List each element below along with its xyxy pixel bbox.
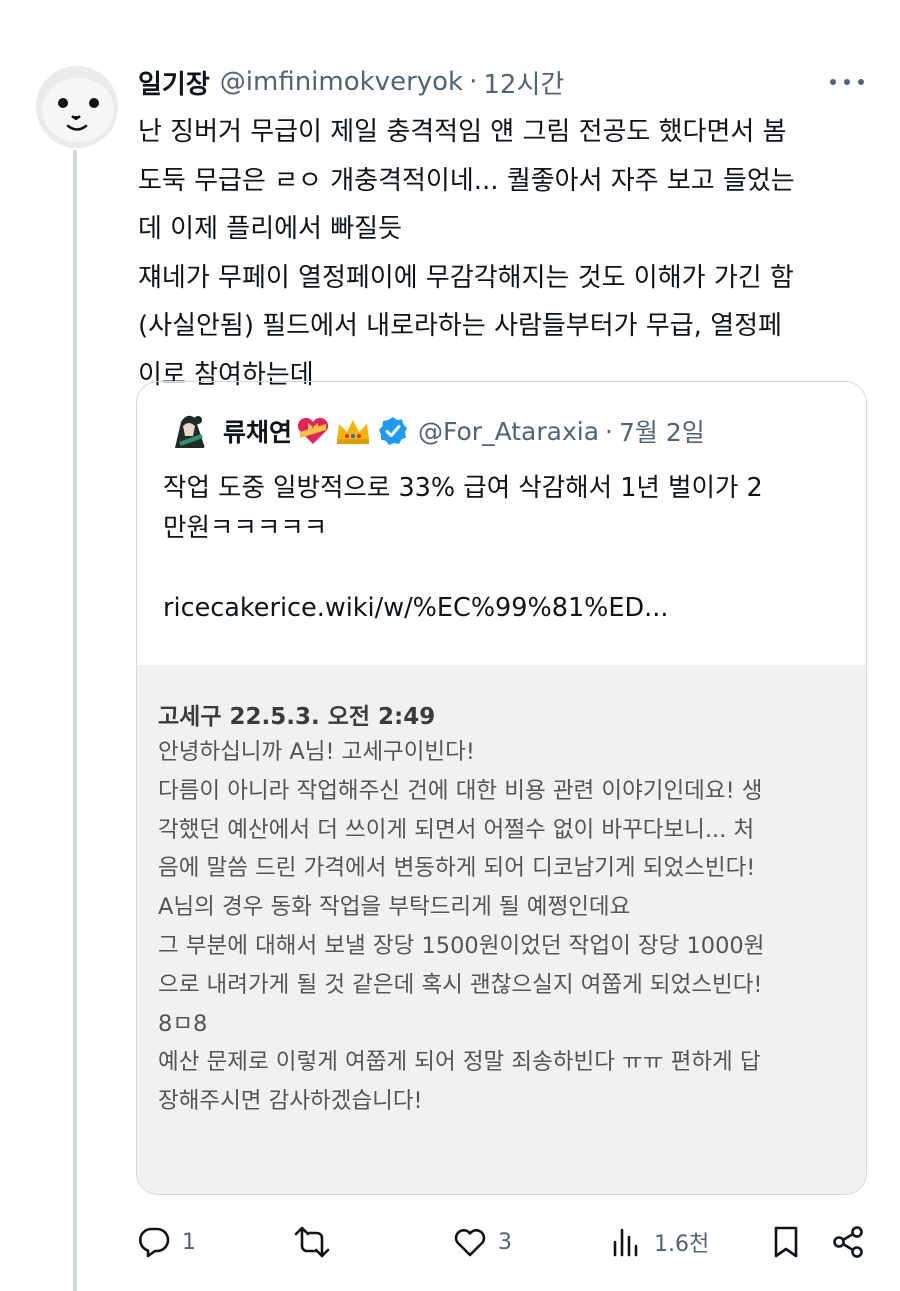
post-timestamp[interactable]: 12시간 [483,64,564,101]
quoted-post-header: 류채연 @For_Ataraxia · 7월 2일 [165,406,705,456]
like-count: 3 [498,1229,512,1255]
quoted-text-line: 작업 도중 일방적으로 33% 급여 삭감해서 1년 벌이가 2 [163,473,763,503]
quoted-author-handle[interactable]: @For_Ataraxia [418,417,599,446]
more-dot [844,79,850,85]
message-line: 각했던 예산에서 더 쓰이게 되면서 어쩔수 없이 바꾸다보니... 처 [158,816,755,843]
author-name[interactable]: 일기장 [138,64,210,101]
verified-badge-icon[interactable] [378,416,408,446]
share-icon [833,1226,863,1258]
views-chart-icon [613,1228,638,1257]
message-line: A님의 경우 동화 작업을 부탁드리게 될 예쩡인데요 [158,894,631,921]
repost-icon [294,1226,330,1258]
reply-button[interactable]: 1 [136,1218,196,1266]
post-text: 난 징버거 무급이 제일 충격적임 얜 그림 전공도 했다면서 봄 도둑 무급은… [138,108,874,399]
repost-button[interactable] [292,1218,342,1266]
more-options-button[interactable] [830,70,864,94]
message-line: 장해주시면 감사하겠습니다! [158,1088,423,1115]
message-line: 다름이 아니라 작업해주신 건에 대한 비용 관련 이야기인데요! 생 [158,777,763,804]
crown-emoji [334,416,372,446]
bookmark-icon [774,1226,798,1258]
post-text-line: 데 이제 플리에서 빠질듯 [138,214,402,244]
message-line: 예산 문제로 이렇게 여쭙게 되어 정말 죄송하빈다 ㅠㅠ 편하게 답 [158,1049,761,1076]
quoted-header-separator: · [605,416,613,446]
message-line: 음에 말씀 드린 가격에서 변동하게 되어 디코남기게 되었스빈다! [158,855,756,882]
reply-count: 1 [182,1229,196,1255]
reply-icon [139,1227,170,1258]
crown-icon [337,420,370,444]
post-action-bar: 1 3 1.6천 [136,1218,866,1266]
header-separator: · [469,67,478,97]
quoted-author-name[interactable]: 류채연 [223,413,292,449]
quoted-post-text: 작업 도중 일방적으로 33% 급여 삭감해서 1년 벌이가 2 만원ㅋㅋㅋㅋㅋ [163,468,853,548]
post-text-line: (사실안됨) 필드에서 내로라하는 사람들부터가 무급, 열정페 [138,311,782,341]
message-line: 8ㅁ8 [158,1010,208,1037]
message-line: 으로 내려가게 될 것 같은데 혹시 괜찮으실지 여쭙게 되었스빈다! [158,971,763,998]
thread-connector-line [73,150,77,1291]
message-screenshot-image[interactable]: 고세구 22.5.3. 오전 2:49 안녕하십니까 A님! 고세구이빈다! 다… [137,665,866,1194]
views-count: 1.6천 [654,1232,710,1257]
heart-ribbon-emoji [296,416,330,446]
like-button[interactable]: 3 [452,1218,512,1266]
more-dot [858,79,864,85]
heart-ribbon-icon [297,417,329,444]
quoted-author-avatar[interactable] [165,408,211,454]
post-header: 일기장 @imfinimokveryok · 12시간 [138,62,878,102]
message-sender-line: 고세구 22.5.3. 오전 2:49 [158,704,436,730]
message-body: 안녕하십니까 A님! 고세구이빈다! 다름이 아니라 작업해주신 건에 대한 비… [158,733,858,1121]
post-text-line: 도둑 무급은 ㄹㅇ 개충격적이네... 퀄좋아서 자주 보고 들었는 [138,165,795,196]
more-horizontal-icon [830,79,836,85]
post-text-line: 난 징버거 무급이 제일 충격적임 얜 그림 전공도 했다면서 봄 [138,117,787,147]
seal-face-avatar-icon [36,66,118,148]
views-button[interactable]: 1.6천 [608,1218,709,1266]
message-line: 안녕하십니까 A님! 고세구이빈다! [158,739,475,765]
character-avatar-icon [165,408,211,454]
quoted-post-date[interactable]: 7월 2일 [619,413,705,449]
verified-check-icon [379,417,408,445]
quoted-post-link[interactable]: ricecakerice.wiki/w/%EC%99%81%ED... [163,593,668,623]
author-handle[interactable]: @imfinimokveryok [220,67,463,97]
author-avatar[interactable] [36,66,118,148]
share-button[interactable] [830,1218,866,1266]
quoted-post-card[interactable]: 류채연 @For_Ataraxia · 7월 2일 작업 도중 일방적으로 33… [136,381,867,1195]
bookmark-button[interactable] [768,1218,804,1266]
post-text-line: 쟤네가 무페이 열정페이에 무감각해지는 것도 이해가 가긴 함 [138,262,794,293]
quoted-text-line: 만원ㅋㅋㅋㅋㅋ [163,513,328,543]
message-line: 그 부분에 대해서 보낼 장당 1500원이었던 작업이 장당 1000원 [158,932,765,959]
heart-icon [454,1229,486,1257]
